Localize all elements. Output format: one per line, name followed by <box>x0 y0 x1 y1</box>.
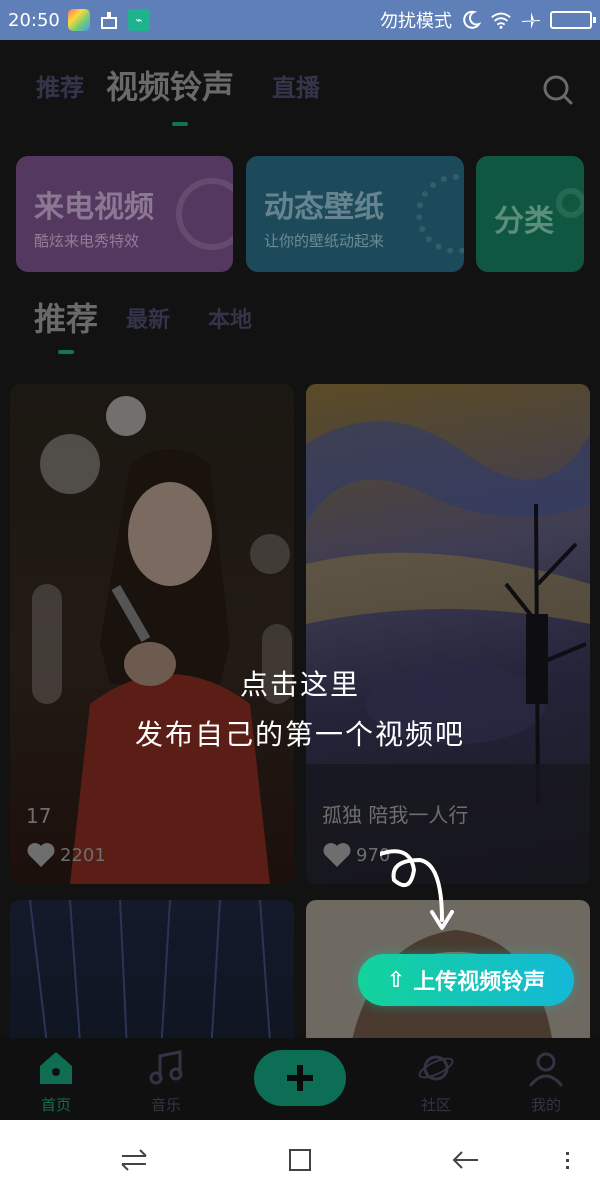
home-square-icon[interactable] <box>284 1144 316 1176</box>
status-left: 20:50 ⌁ <box>8 9 150 31</box>
nav-music-label: 音乐 <box>150 1096 181 1114</box>
status-right: 勿扰模式 <box>380 7 596 33</box>
nav-community[interactable]: 社区 <box>396 1048 476 1115</box>
user-icon <box>528 1052 564 1087</box>
system-nav-bar <box>0 1120 600 1200</box>
home-icon <box>40 1052 72 1084</box>
subtab-recommend[interactable]: 推荐 <box>34 294 98 340</box>
card-live-wallpaper-sub: 让你的壁纸动起来 <box>264 232 385 250</box>
app-screen: 推荐 视频铃声 直播 来电视频 酷炫来电秀特效 动态壁纸 让你的壁纸动起来 分类… <box>0 40 600 1120</box>
clean-notification-icon <box>98 9 120 31</box>
video-tile[interactable]: 17 2201 <box>10 384 294 884</box>
app-notification-icon <box>67 9 90 31</box>
usb-icon: ⌁ <box>127 9 150 31</box>
tab-indicator <box>172 122 188 126</box>
dnd-label: 勿扰模式 <box>380 11 452 32</box>
wifi-icon <box>490 9 512 31</box>
nav-music[interactable]: 音乐 <box>126 1048 206 1115</box>
tab-recommend[interactable]: 推荐 <box>36 68 84 103</box>
status-bar: 20:50 ⌁ 勿扰模式 <box>0 0 600 40</box>
status-time: 20:50 <box>8 9 60 31</box>
heart-icon <box>27 843 55 867</box>
hint-line-2: 发布自己的第一个视频吧 <box>134 718 465 751</box>
switch-apps-icon[interactable] <box>118 1144 150 1176</box>
heart-icon <box>323 843 351 867</box>
music-note-icon <box>149 1050 183 1085</box>
upload-video-ringtone-button[interactable]: ⇧ 上传视频铃声 <box>358 954 574 1006</box>
search-icon <box>543 75 573 105</box>
subtab-local[interactable]: 本地 <box>208 302 252 334</box>
like-count[interactable]: 2201 <box>26 842 106 868</box>
upload-icon: ⇧ <box>386 967 406 993</box>
tab-live[interactable]: 直播 <box>272 68 320 103</box>
card-call-video[interactable]: 来电视频 酷炫来电秀特效 <box>16 156 233 272</box>
moon-icon <box>460 9 482 31</box>
bokeh-light <box>106 396 146 436</box>
search-button[interactable] <box>542 74 574 106</box>
tile-caption: 孤独 陪我一人行 <box>322 803 469 827</box>
subtab-indicator <box>58 350 74 354</box>
feature-cards: 来电视频 酷炫来电秀特效 动态壁纸 让你的壁纸动起来 分类 <box>16 156 600 274</box>
tab-video-ringtone[interactable]: 视频铃声 <box>106 62 234 108</box>
card-live-wallpaper[interactable]: 动态壁纸 让你的壁纸动起来 <box>246 156 464 272</box>
upload-button-label: 上传视频铃声 <box>413 970 546 995</box>
menu-dots-icon[interactable] <box>552 1144 584 1176</box>
back-arrow-icon[interactable] <box>450 1144 482 1176</box>
category-deco-icon <box>556 188 584 218</box>
subtab-latest[interactable]: 最新 <box>126 302 170 334</box>
video-tile[interactable]: 孤独 陪我一人行 970 <box>306 384 590 884</box>
add-button[interactable] <box>254 1050 346 1106</box>
sub-tab-bar: 推荐 最新 本地 <box>34 294 434 354</box>
card-category[interactable]: 分类 <box>476 156 584 272</box>
nav-profile[interactable]: 我的 <box>506 1048 586 1115</box>
top-tab-bar: 推荐 视频铃声 直播 <box>0 40 600 140</box>
nav-profile-label: 我的 <box>530 1096 561 1114</box>
bottom-nav: 首页 音乐 社区 我的 <box>0 1038 600 1120</box>
hint-arrow-icon <box>380 849 454 930</box>
tile-caption: 17 <box>26 804 52 828</box>
like-count-value: 2201 <box>60 844 106 866</box>
plus-icon <box>287 1065 313 1091</box>
nav-community-label: 社区 <box>420 1096 451 1114</box>
nav-home[interactable]: 首页 <box>16 1048 96 1115</box>
airplane-icon <box>520 9 542 31</box>
planet-icon <box>418 1055 454 1081</box>
hint-line-1: 点击这里 <box>239 668 360 701</box>
nav-home-label: 首页 <box>40 1096 71 1114</box>
battery-icon <box>550 11 596 29</box>
onboarding-hint: 点击这里 发布自己的第一个视频吧 <box>0 660 600 760</box>
